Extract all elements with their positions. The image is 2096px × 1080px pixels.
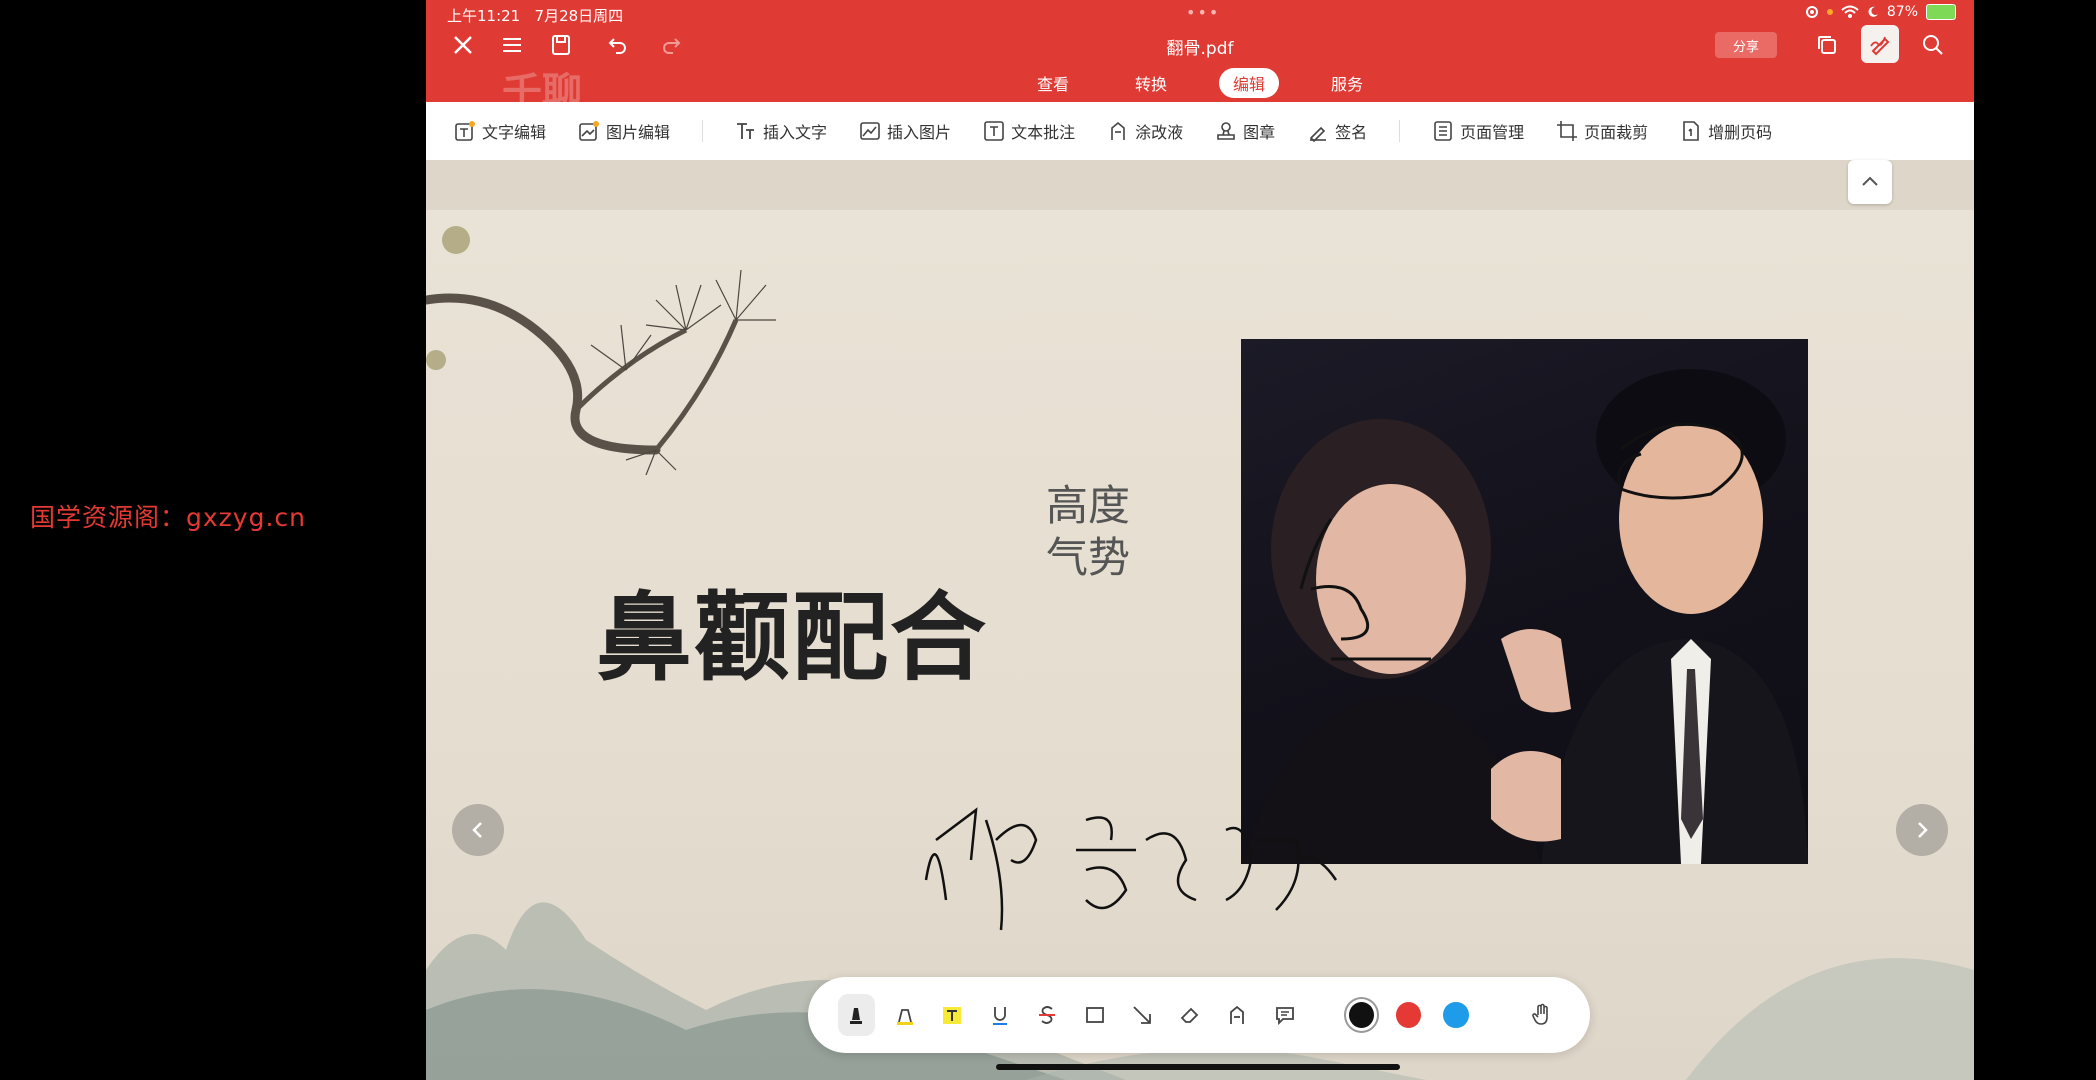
tool-stamp[interactable]: 图章	[1215, 119, 1275, 143]
edit-toolbar: 文字编辑 图片编辑 插入文字 插入图片 文本批注 涂改液 图章 签名 页面管理 …	[426, 102, 1974, 160]
underline-tool[interactable]	[976, 991, 1024, 1040]
correction-fluid-icon	[1111, 121, 1125, 140]
text-annotation-icon	[984, 121, 1004, 141]
tab-convert[interactable]: 转换	[1121, 68, 1181, 98]
marker-icon	[850, 1008, 863, 1024]
chevron-up-icon	[1862, 176, 1878, 186]
tool-insert-image[interactable]: 插入图片	[859, 119, 951, 143]
previous-page-button[interactable]	[452, 804, 504, 856]
share-button[interactable]: 分享	[1715, 32, 1777, 58]
page-manage-icon	[1434, 121, 1452, 141]
tool-correction-fluid[interactable]: 涂改液	[1107, 119, 1183, 143]
pen-icon	[1870, 36, 1890, 56]
status-time: 上午11:21	[447, 7, 521, 25]
toolbar-divider	[702, 120, 704, 142]
image-edit-icon	[579, 121, 600, 141]
hand-icon	[1532, 1003, 1548, 1025]
slide-title: 鼻颧配合	[596, 581, 988, 694]
highlighter-tool[interactable]	[881, 991, 929, 1040]
marker-tool[interactable]	[838, 994, 875, 1036]
collapse-toolbar-button[interactable]	[1848, 160, 1892, 204]
app-header: 上午11:21 7月28日周四 ••• 87% 千聊 翻骨.pdf 分享 查看 …	[426, 0, 1974, 116]
rectangle-tool[interactable]	[1071, 991, 1119, 1040]
strikethrough-tool[interactable]	[1024, 991, 1072, 1040]
search-icon[interactable]	[1916, 28, 1950, 62]
tool-image-edit[interactable]: 图片编辑	[578, 119, 670, 143]
text-highlight-icon	[943, 1007, 962, 1024]
chevron-left-icon	[472, 822, 482, 838]
underline-icon	[992, 1007, 1007, 1025]
highlighter-icon	[896, 1009, 913, 1025]
tool-text-edit[interactable]: 文字编辑	[454, 119, 546, 143]
color-swatch-black[interactable]	[1348, 1002, 1375, 1028]
rectangle-icon	[1085, 1007, 1104, 1023]
strikethrough-icon	[1039, 1006, 1056, 1024]
chevron-right-icon	[1918, 822, 1928, 838]
text-highlight-tool[interactable]	[928, 991, 976, 1040]
arrow-tool[interactable]	[1119, 991, 1167, 1040]
comment-tool[interactable]	[1261, 991, 1309, 1040]
status-time-date: 上午11:21 7月28日周四	[447, 5, 623, 26]
copy-icon[interactable]	[1810, 28, 1844, 62]
ipad-screen: 上午11:21 7月28日周四 ••• 87% 千聊 翻骨.pdf 分享 查看 …	[426, 0, 1974, 1080]
signature-icon	[1309, 126, 1327, 142]
next-page-button[interactable]	[1896, 804, 1948, 856]
previous-page-edge	[426, 160, 1974, 210]
tool-page-manage[interactable]: 页面管理	[1432, 119, 1524, 143]
page-crop-icon	[1557, 121, 1578, 141]
watermark-text: 国学资源阁：gxzyg.cn	[30, 503, 306, 532]
couple-photo	[1241, 339, 1808, 864]
battery-percent: 87%	[1886, 4, 1918, 20]
color-swatch-red[interactable]	[1396, 1002, 1422, 1028]
insert-image-icon	[860, 122, 880, 140]
insert-text-icon	[737, 123, 755, 139]
arrow-icon	[1133, 1006, 1152, 1024]
color-swatch-blue[interactable]	[1443, 1002, 1469, 1028]
multitask-dots-icon[interactable]: •••	[1186, 3, 1220, 22]
toolbar-divider	[1399, 120, 1401, 142]
fill-icon	[1230, 1005, 1245, 1024]
eraser-tool[interactable]	[1166, 991, 1214, 1040]
tool-page-crop[interactable]: 页面裁剪	[1556, 119, 1648, 143]
home-indicator[interactable]	[996, 1064, 1400, 1070]
fill-tool[interactable]	[1214, 991, 1262, 1040]
battery-icon	[1926, 4, 1956, 20]
wifi-icon	[1841, 5, 1859, 18]
tool-text-annotation[interactable]: 文本批注	[983, 119, 1075, 143]
hand-tool[interactable]	[1518, 991, 1566, 1040]
tab-view[interactable]: 查看	[1023, 68, 1083, 98]
comment-icon	[1276, 1007, 1294, 1026]
status-indicators: 87%	[1805, 4, 1956, 20]
pine-branch-illustration	[426, 226, 776, 476]
eraser-icon	[1180, 1007, 1199, 1023]
handwritten-annotation	[924, 807, 1338, 931]
tool-page-number[interactable]: 增删页码	[1680, 119, 1772, 143]
page-number-icon	[1683, 121, 1699, 141]
tool-signature[interactable]: 签名	[1307, 119, 1367, 143]
pdf-page[interactable]: 鼻颧配合 高度 气势	[426, 210, 1974, 1080]
stamp-icon	[1217, 122, 1235, 140]
portrait-illustration	[1241, 369, 1808, 864]
orange-dot-icon	[1826, 9, 1833, 15]
tool-insert-text[interactable]: 插入文字	[735, 119, 827, 143]
annotation-pen-bar	[808, 977, 1590, 1053]
text-edit-icon	[455, 121, 475, 141]
pen-mode-button[interactable]	[1861, 25, 1899, 63]
status-date: 7月28日周四	[534, 7, 624, 25]
tab-service[interactable]: 服务	[1317, 68, 1377, 98]
location-icon	[1805, 6, 1818, 18]
tab-edit[interactable]: 编辑	[1219, 68, 1280, 98]
moon-icon	[1868, 6, 1878, 17]
mode-tabs: 查看 转换 编辑 服务	[426, 68, 1974, 98]
slide-subtitle-line-2: 气势	[1046, 533, 1131, 582]
